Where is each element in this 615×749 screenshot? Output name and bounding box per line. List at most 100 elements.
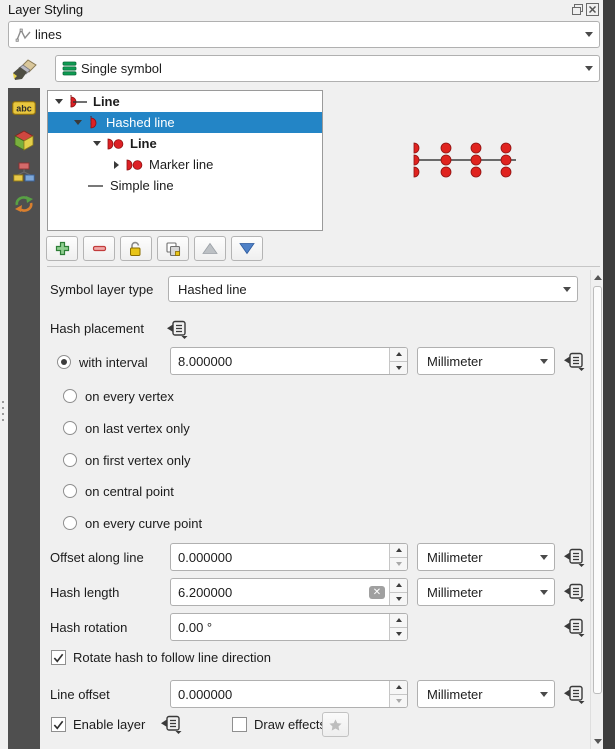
radio-with-interval[interactable] <box>57 355 71 369</box>
interval-data-override-button[interactable] <box>561 351 586 372</box>
remove-symbol-layer-button[interactable] <box>83 236 115 261</box>
hash-length-unit-combo[interactable]: Millimeter <box>417 578 555 606</box>
tree-row-label: Simple line <box>110 178 174 193</box>
tab-history[interactable] <box>12 193 36 215</box>
layer-styling-panel: Layer Styling lines <box>0 0 615 749</box>
spin-down-icon[interactable] <box>390 695 407 708</box>
spin-down-icon[interactable] <box>390 362 407 375</box>
move-layer-down-button[interactable] <box>231 236 263 261</box>
tree-row-label: Line <box>93 94 120 109</box>
hash-rotation-spin-buttons <box>389 614 407 640</box>
hash-length-data-override-button[interactable] <box>561 582 586 603</box>
form-scrollbar[interactable] <box>590 270 603 749</box>
panel-splitter-handle[interactable] <box>2 401 4 423</box>
scroll-down-icon[interactable] <box>591 735 604 748</box>
radio-on-central-point[interactable] <box>63 484 77 498</box>
expander-open-icon[interactable] <box>71 116 85 130</box>
enable-layer-data-override-button[interactable] <box>158 714 183 735</box>
tree-row-line[interactable]: Line <box>48 91 322 112</box>
tree-row-simple-line[interactable]: Simple line <box>48 175 322 196</box>
hash-rotation-data-override-button[interactable] <box>561 617 586 638</box>
history-icon <box>13 194 35 214</box>
line-offset-label: Line offset <box>50 687 110 702</box>
hash-length-input[interactable] <box>171 579 369 605</box>
section-divider <box>47 266 600 267</box>
chevron-down-icon <box>563 287 571 292</box>
hash-length-unit-value: Millimeter <box>424 585 536 600</box>
offset-along-line-input[interactable] <box>171 544 389 570</box>
spin-down-icon[interactable] <box>390 628 407 641</box>
spin-up-icon[interactable] <box>390 348 407 362</box>
offset-along-line-unit-combo[interactable]: Millimeter <box>417 543 555 571</box>
hash-placement-data-override-button[interactable] <box>164 319 189 340</box>
radio-on-first-vertex-only[interactable] <box>63 453 77 467</box>
scroll-up-icon[interactable] <box>591 271 604 284</box>
single-symbol-icon <box>62 61 78 76</box>
radio-on-every-curve-point[interactable] <box>63 516 77 530</box>
customize-effects-button[interactable] <box>322 712 349 737</box>
tree-row-marker-line[interactable]: Marker line <box>48 154 322 175</box>
expander-closed-icon[interactable] <box>109 158 123 172</box>
offset-along-line-data-override-button[interactable] <box>561 547 586 568</box>
lock-color-button[interactable] <box>120 236 152 261</box>
window-background-strip <box>603 0 615 749</box>
close-panel-button[interactable] <box>586 3 599 16</box>
chevron-down-icon <box>540 555 548 560</box>
hash-length-spinbox: ✕ <box>170 578 408 606</box>
interval-spin-buttons <box>389 348 407 374</box>
layer-selector-value: lines <box>32 27 581 42</box>
radio-on-every-curve-point-label: on every curve point <box>85 516 202 531</box>
symbol-layer-type-combo[interactable]: Hashed line <box>168 276 578 302</box>
expander-spacer <box>71 179 85 193</box>
duplicate-symbol-layer-button[interactable] <box>157 236 189 261</box>
rotate-hash-label: Rotate hash to follow line direction <box>73 650 271 665</box>
enable-layer-checkbox[interactable] <box>51 717 66 732</box>
tree-row-sub-line[interactable]: Line <box>48 133 322 154</box>
tree-row-label: Hashed line <box>106 115 175 130</box>
checkmark-icon <box>53 653 64 663</box>
clear-value-icon[interactable]: ✕ <box>369 586 385 599</box>
data-defined-override-icon <box>563 685 585 704</box>
line-offset-data-override-button[interactable] <box>561 684 586 705</box>
hash-rotation-input[interactable] <box>171 614 389 640</box>
move-layer-up-button[interactable] <box>194 236 226 261</box>
expander-open-icon[interactable] <box>90 137 104 151</box>
draw-effects-checkbox[interactable] <box>232 717 247 732</box>
spin-up-icon[interactable] <box>390 544 407 558</box>
interval-unit-combo[interactable]: Millimeter <box>417 347 555 375</box>
radio-on-central-point-label: on central point <box>85 484 174 499</box>
tab-diagrams[interactable] <box>12 161 36 183</box>
layer-selector[interactable]: lines <box>8 21 600 48</box>
tab-labels[interactable]: abc <box>12 97 36 119</box>
data-defined-override-icon <box>563 618 585 637</box>
spin-up-icon[interactable] <box>390 579 407 593</box>
radio-on-every-vertex[interactable] <box>63 389 77 403</box>
style-mode-selector[interactable]: Single symbol <box>55 55 600 82</box>
rotate-hash-checkbox[interactable] <box>51 650 66 665</box>
tree-row-hashed-line[interactable]: Hashed line <box>48 112 322 133</box>
styling-tab-bar: abc <box>8 88 40 749</box>
tab-3d-view[interactable] <box>12 129 36 151</box>
spin-down-icon[interactable] <box>390 593 407 606</box>
radio-on-last-vertex-only[interactable] <box>63 421 77 435</box>
down-arrow-icon <box>239 242 255 255</box>
tab-symbology[interactable] <box>10 56 38 87</box>
paintbrush-icon <box>10 56 38 84</box>
spin-down-icon[interactable] <box>390 558 407 571</box>
spin-up-icon[interactable] <box>390 681 407 695</box>
scrollbar-handle[interactable] <box>593 286 602 694</box>
line-with-marker-icon <box>106 137 125 151</box>
checkmark-icon <box>53 720 64 730</box>
expander-open-icon[interactable] <box>52 95 66 109</box>
offset-along-line-label: Offset along line <box>50 550 144 565</box>
spin-up-icon[interactable] <box>390 614 407 628</box>
line-offset-unit-value: Millimeter <box>424 687 536 702</box>
add-symbol-layer-button[interactable] <box>46 236 78 261</box>
symbol-layer-type-label: Symbol layer type <box>50 282 153 297</box>
offset-along-line-spinbox <box>170 543 408 571</box>
float-panel-button[interactable] <box>571 3 584 16</box>
line-offset-unit-combo[interactable]: Millimeter <box>417 680 555 708</box>
interval-input[interactable] <box>171 348 389 374</box>
line-offset-input[interactable] <box>171 681 389 707</box>
symbol-preview <box>403 130 528 193</box>
